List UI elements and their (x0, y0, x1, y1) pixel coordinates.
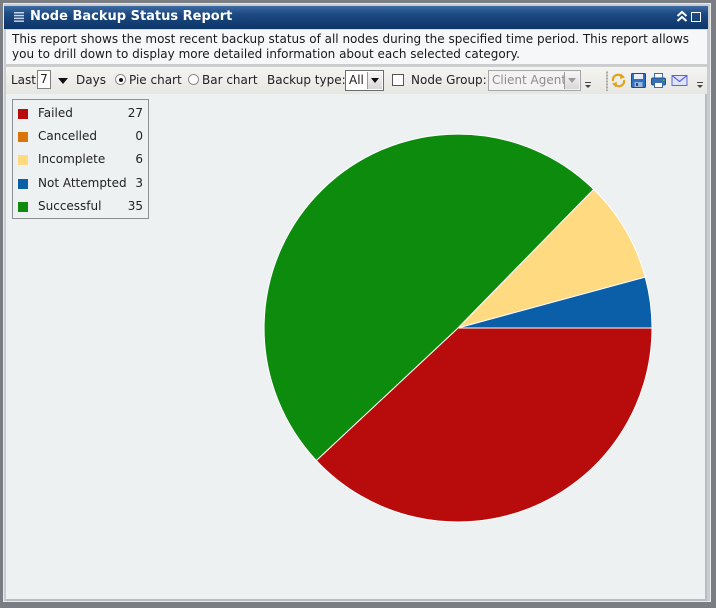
legend-label: Incomplete (38, 152, 106, 166)
legend-label: Not Attempted (38, 176, 127, 190)
legend-swatch-cancelled (18, 132, 28, 142)
legend-label: Cancelled (38, 129, 97, 143)
legend-swatch-incomplete (18, 155, 28, 165)
legend-swatch-failed (18, 109, 28, 119)
chart-legend: Failed 27 Cancelled 0 Incomplete 6 Not A… (12, 99, 149, 219)
legend-label: Failed (38, 106, 73, 120)
legend-swatch-not-attempted (18, 179, 28, 189)
legend-item-not-attempted[interactable]: Not Attempted 3 (13, 176, 148, 194)
legend-value: 6 (135, 152, 143, 166)
legend-value: 3 (135, 176, 143, 190)
legend-item-successful[interactable]: Successful 35 (13, 199, 148, 217)
legend-label: Successful (38, 199, 102, 213)
pie-chart (263, 133, 653, 523)
legend-item-failed[interactable]: Failed 27 (13, 106, 148, 124)
legend-swatch-successful (18, 202, 28, 212)
legend-value: 27 (127, 106, 143, 120)
legend-item-cancelled[interactable]: Cancelled 0 (13, 129, 148, 147)
legend-item-incomplete[interactable]: Incomplete 6 (13, 152, 148, 170)
legend-value: 35 (127, 199, 143, 213)
legend-value: 0 (135, 129, 143, 143)
